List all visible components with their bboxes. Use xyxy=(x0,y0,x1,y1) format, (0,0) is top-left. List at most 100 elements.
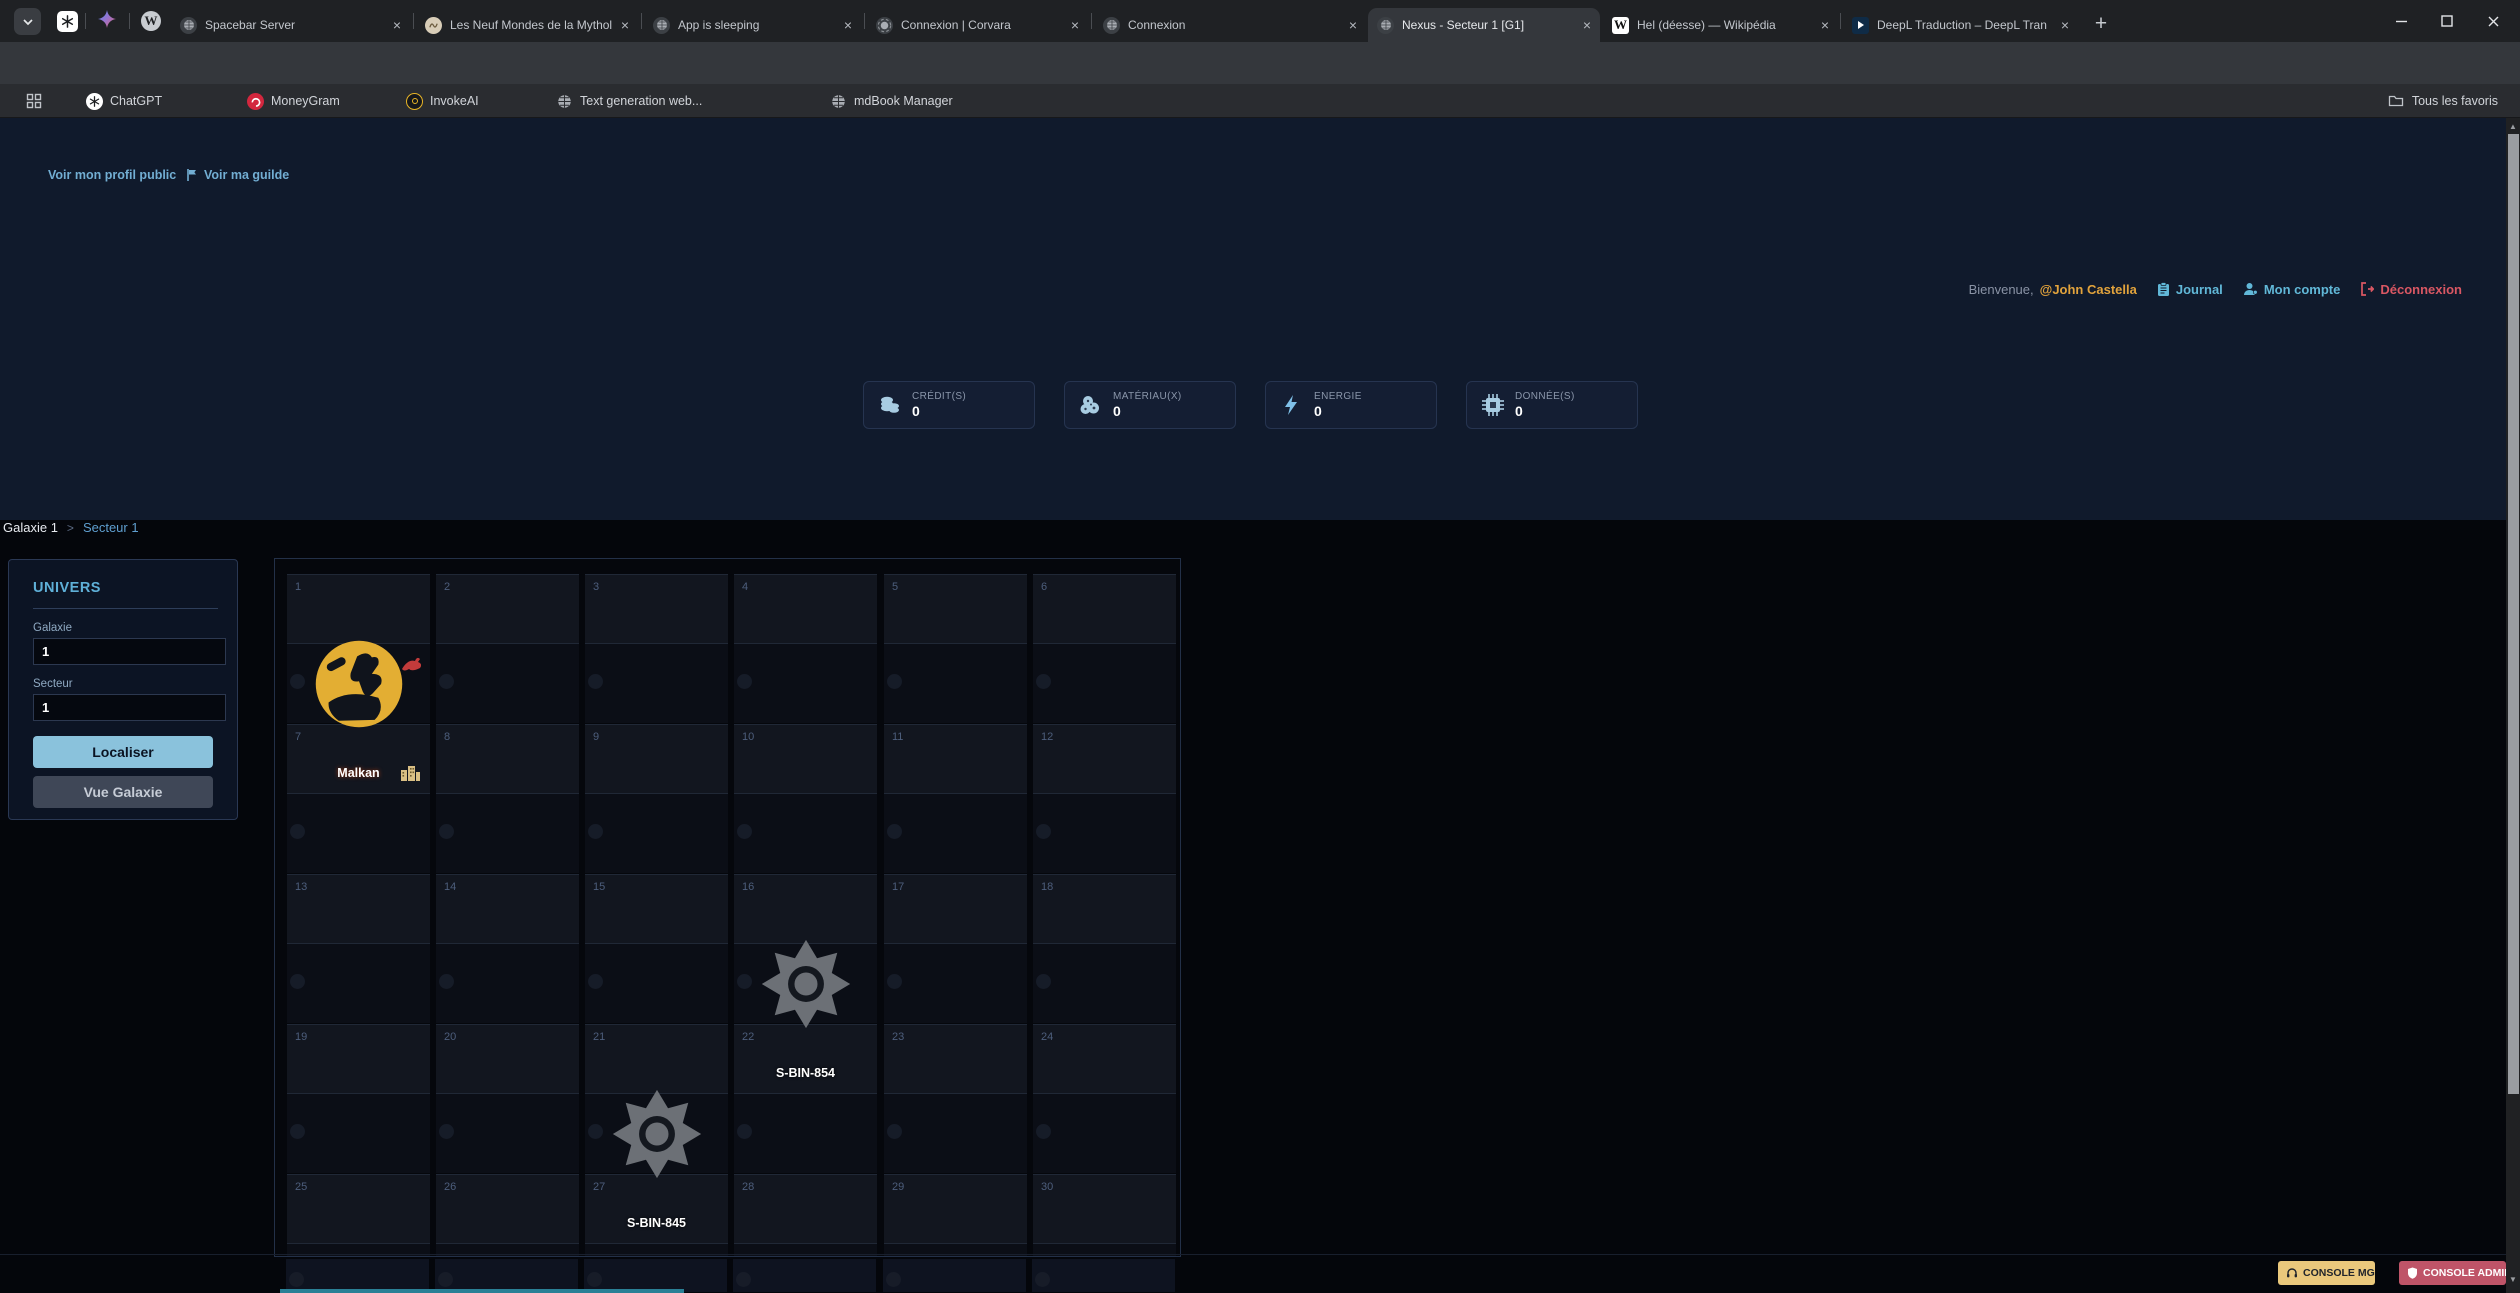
tab-search-button[interactable] xyxy=(14,8,41,35)
tab-neuf-mondes[interactable]: Les Neuf Mondes de la Mythol × xyxy=(416,8,638,42)
tab-close-icon[interactable]: × xyxy=(844,18,852,32)
tab-close-icon[interactable]: × xyxy=(1821,18,1829,32)
map-cell-4[interactable]: 4 xyxy=(734,574,877,644)
map-cell-14-area[interactable] xyxy=(436,944,579,1023)
map-cell-3[interactable]: 3 xyxy=(585,574,728,644)
object-label[interactable]: S-BIN-854 xyxy=(734,1066,877,1080)
galaxy-input[interactable] xyxy=(33,638,226,665)
map-cell-30[interactable]: 30 xyxy=(1033,1174,1176,1244)
tab-connexion-corvara[interactable]: Connexion | Corvara × xyxy=(867,8,1088,42)
console-mg-button[interactable]: CONSOLE MG xyxy=(2278,1261,2375,1285)
map-cell-8[interactable]: 8 xyxy=(436,724,579,794)
tab-close-icon[interactable]: × xyxy=(2061,18,2069,32)
map-cell-22[interactable]: 22 xyxy=(734,1024,877,1094)
tab-close-icon[interactable]: × xyxy=(1071,18,1079,32)
tab-app-sleeping[interactable]: App is sleeping × xyxy=(644,8,861,42)
map-cell-6-area[interactable] xyxy=(1033,644,1176,723)
map-cell-19[interactable]: 19 xyxy=(287,1024,430,1094)
link-my-guild[interactable]: Voir ma guilde xyxy=(185,167,289,183)
tab-close-icon[interactable]: × xyxy=(393,18,401,32)
map-cell-24[interactable]: 24 xyxy=(1033,1024,1176,1094)
account-link[interactable]: Mon compte xyxy=(2243,282,2341,297)
map-cell-25[interactable]: 25 xyxy=(287,1174,430,1244)
map-cell-20-area[interactable] xyxy=(436,1094,579,1173)
object-label[interactable]: S-BIN-845 xyxy=(585,1216,728,1230)
tab-connexion[interactable]: Connexion × xyxy=(1094,8,1366,42)
map-cell-17[interactable]: 17 xyxy=(884,874,1027,944)
bookmark-invokeai[interactable]: InvokeAI xyxy=(406,90,479,112)
map-cell-2-area[interactable] xyxy=(436,644,579,723)
map-cell-19-area[interactable] xyxy=(287,1094,430,1173)
map-cell-12-area[interactable] xyxy=(1033,794,1176,873)
tab-deepl[interactable]: DeepL Traduction – DeepL Tran × xyxy=(1843,8,2078,42)
new-tab-button[interactable]: + xyxy=(2086,9,2116,39)
map-cell-7-area[interactable] xyxy=(287,794,430,873)
map-cell-25-area[interactable] xyxy=(287,1244,430,1257)
window-maximize-button[interactable] xyxy=(2424,0,2470,42)
tab-wikipedia-hel[interactable]: W Hel (déesse) — Wikipédia × xyxy=(1603,8,1838,42)
scrollbar-down-arrow[interactable]: ▼ xyxy=(2506,1271,2520,1287)
logout-link[interactable]: Déconnexion xyxy=(2360,282,2462,297)
map-cell-23-area[interactable] xyxy=(884,1094,1027,1173)
map-cell-9[interactable]: 9 xyxy=(585,724,728,794)
map-cell-10[interactable]: 10 xyxy=(734,724,877,794)
map-cell-2[interactable]: 2 xyxy=(436,574,579,644)
map-cell-29[interactable]: 29 xyxy=(884,1174,1027,1244)
map-cell-14[interactable]: 14 xyxy=(436,874,579,944)
map-cell-26[interactable]: 26 xyxy=(436,1174,579,1244)
pinned-tab-gemini[interactable] xyxy=(96,10,118,32)
apps-grid-icon[interactable] xyxy=(26,90,42,112)
tab-close-icon[interactable]: × xyxy=(1349,18,1357,32)
map-cell-11-area[interactable] xyxy=(884,794,1027,873)
locate-button[interactable]: Localiser xyxy=(33,736,213,768)
pinned-tab-chatgpt[interactable] xyxy=(56,10,78,32)
map-cell-10-area[interactable] xyxy=(734,794,877,873)
map-cell-15-area[interactable] xyxy=(585,944,728,1023)
asteroid-icon-s-bin-845[interactable] xyxy=(611,1088,703,1180)
bookmark-chatgpt[interactable]: ChatGPT xyxy=(86,90,162,112)
breadcrumb-sector[interactable]: Secteur 1 xyxy=(83,520,139,535)
sector-input[interactable] xyxy=(33,694,226,721)
map-cell-22-area[interactable] xyxy=(734,1094,877,1173)
map-cell-9-area[interactable] xyxy=(585,794,728,873)
scrollbar-thumb[interactable] xyxy=(2508,134,2519,1094)
asteroid-icon-s-bin-854[interactable] xyxy=(760,938,852,1030)
bookmark-textgen[interactable]: Text generation web... xyxy=(556,90,702,112)
map-cell-28-area[interactable] xyxy=(734,1244,877,1257)
map-cell-23[interactable]: 23 xyxy=(884,1024,1027,1094)
scrollbar-up-arrow[interactable]: ▲ xyxy=(2506,118,2520,134)
map-cell-18-area[interactable] xyxy=(1033,944,1176,1023)
tab-spacebar-server[interactable]: Spacebar Server × xyxy=(171,8,410,42)
map-cell-28[interactable]: 28 xyxy=(734,1174,877,1244)
all-bookmarks-button[interactable]: Tous les favoris xyxy=(2388,90,2498,112)
console-adm-button[interactable]: CONSOLE ADMIN xyxy=(2399,1261,2506,1285)
map-cell-3-area[interactable] xyxy=(585,644,728,723)
map-cell-6[interactable]: 6 xyxy=(1033,574,1176,644)
map-cell-27[interactable]: 27 xyxy=(585,1174,728,1244)
pinned-tab-wordpress[interactable]: W xyxy=(140,10,162,32)
bookmark-mdbook[interactable]: mdBook Manager xyxy=(830,90,953,112)
planet-icon-malkan[interactable] xyxy=(313,638,405,730)
tab-close-icon[interactable]: × xyxy=(1583,18,1591,32)
map-cell-12[interactable]: 12 xyxy=(1033,724,1176,794)
map-cell-29-area[interactable] xyxy=(884,1244,1027,1257)
tab-nexus-active[interactable]: Nexus - Secteur 1 [G1] × xyxy=(1368,8,1600,42)
map-cell-17-area[interactable] xyxy=(884,944,1027,1023)
map-cell-13-area[interactable] xyxy=(287,944,430,1023)
window-minimize-button[interactable] xyxy=(2378,0,2424,42)
link-public-profile[interactable]: Voir mon profil public xyxy=(48,167,176,183)
map-cell-8-area[interactable] xyxy=(436,794,579,873)
journal-link[interactable]: Journal xyxy=(2157,282,2223,297)
map-cell-26-area[interactable] xyxy=(436,1244,579,1257)
map-cell-5[interactable]: 5 xyxy=(884,574,1027,644)
username-link[interactable]: @John Castella xyxy=(2040,282,2137,297)
tab-close-icon[interactable]: × xyxy=(621,18,629,32)
map-cell-4-area[interactable] xyxy=(734,644,877,723)
map-cell-30-area[interactable] xyxy=(1033,1244,1176,1257)
map-cell-1[interactable]: 1 xyxy=(287,574,430,644)
window-close-button[interactable] xyxy=(2470,0,2516,42)
map-cell-27-area[interactable] xyxy=(585,1244,728,1257)
bookmark-moneygram[interactable]: MoneyGram xyxy=(247,90,340,112)
map-cell-5-area[interactable] xyxy=(884,644,1027,723)
map-cell-13[interactable]: 13 xyxy=(287,874,430,944)
